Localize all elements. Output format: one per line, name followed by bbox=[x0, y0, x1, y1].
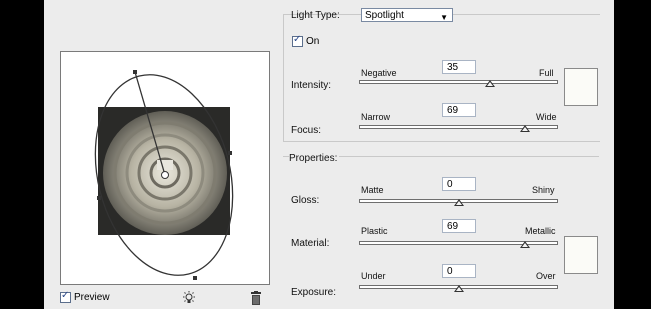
preview-canvas[interactable] bbox=[60, 51, 270, 285]
focus-label: Focus: bbox=[291, 125, 322, 136]
exposure-value: 0 bbox=[447, 266, 453, 277]
lighting-effects-dialog: Preview Light Type: Spotlight ▼ On Inten… bbox=[44, 0, 614, 309]
intensity-value: 35 bbox=[447, 62, 459, 73]
right-border bbox=[614, 0, 651, 309]
preview-checkbox[interactable]: Preview bbox=[60, 290, 110, 303]
light-on-checkbox[interactable]: On bbox=[292, 34, 320, 47]
intensity-label: Intensity: bbox=[291, 80, 332, 91]
exposure-slider-thumb[interactable] bbox=[454, 285, 464, 292]
gloss-value-input[interactable]: 0 bbox=[442, 177, 476, 191]
intensity-slider-track[interactable] bbox=[359, 80, 558, 84]
ambience-color-swatch[interactable] bbox=[564, 236, 598, 274]
intensity-value-input[interactable]: 35 bbox=[442, 60, 476, 74]
exposure-min-label: Under bbox=[361, 271, 386, 281]
focus-slider-thumb[interactable] bbox=[520, 125, 530, 132]
exposure-value-input[interactable]: 0 bbox=[442, 264, 476, 278]
light-bulb-icon[interactable] bbox=[182, 291, 196, 305]
trash-icon[interactable] bbox=[250, 291, 262, 305]
light-group-frame bbox=[283, 14, 600, 142]
chevron-down-icon: ▼ bbox=[440, 13, 448, 22]
focus-min-label: Narrow bbox=[361, 112, 391, 122]
gloss-max-label: Shiny bbox=[532, 185, 555, 195]
light-type-value: Spotlight bbox=[365, 10, 404, 21]
gloss-label: Gloss: bbox=[291, 195, 320, 206]
direction-handle[interactable] bbox=[133, 70, 137, 74]
properties-title: Properties: bbox=[289, 153, 340, 164]
gloss-value: 0 bbox=[447, 179, 453, 190]
material-slider-thumb[interactable] bbox=[520, 241, 530, 248]
preview-label: Preview bbox=[74, 292, 110, 303]
focus-max-label: Wide bbox=[536, 112, 557, 122]
light-on-label: On bbox=[306, 36, 320, 47]
intensity-min-label: Negative bbox=[361, 68, 397, 78]
gloss-min-label: Matte bbox=[361, 185, 384, 195]
material-value-input[interactable]: 69 bbox=[442, 219, 476, 233]
material-max-label: Metallic bbox=[525, 226, 556, 236]
ellipse-handle-bottom[interactable] bbox=[193, 276, 197, 280]
material-min-label: Plastic bbox=[361, 226, 388, 236]
exposure-label: Exposure: bbox=[291, 287, 337, 298]
light-type-select[interactable]: Spotlight ▼ bbox=[361, 8, 453, 22]
light-on-checkbox-box[interactable] bbox=[292, 34, 303, 47]
ellipse-handle-right[interactable] bbox=[228, 151, 232, 155]
light-color-swatch[interactable] bbox=[564, 68, 598, 106]
exposure-max-label: Over bbox=[536, 271, 556, 281]
focus-value-input[interactable]: 69 bbox=[442, 103, 476, 117]
light-center-handle[interactable] bbox=[161, 171, 169, 179]
preview-image bbox=[94, 70, 234, 280]
ellipse-handle-left[interactable] bbox=[97, 196, 101, 200]
intensity-slider-thumb[interactable] bbox=[485, 80, 495, 87]
gloss-slider-thumb[interactable] bbox=[454, 199, 464, 206]
preview-checkbox-box[interactable] bbox=[60, 290, 71, 303]
light-type-label: Light Type: bbox=[291, 10, 340, 21]
material-label: Material: bbox=[291, 238, 330, 249]
focus-value: 69 bbox=[447, 105, 459, 116]
intensity-max-label: Full bbox=[539, 68, 554, 78]
material-value: 69 bbox=[447, 221, 459, 232]
